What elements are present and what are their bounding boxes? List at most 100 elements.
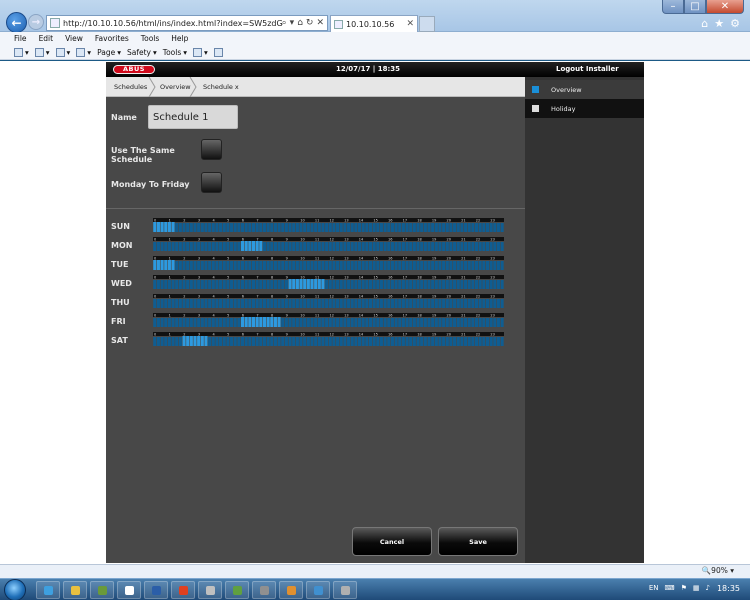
schedule-cell[interactable] <box>478 337 482 346</box>
schedule-cell[interactable] <box>175 299 179 308</box>
schedule-cell[interactable] <box>460 318 464 327</box>
schedule-cell[interactable] <box>186 299 190 308</box>
browser-tab[interactable]: 10.10.10.56 ✕ <box>330 15 418 32</box>
schedule-cell[interactable] <box>270 337 274 346</box>
schedule-cell[interactable] <box>211 280 215 289</box>
schedule-cell[interactable] <box>500 280 504 289</box>
schedule-cell[interactable] <box>390 318 394 327</box>
schedule-cell[interactable] <box>500 299 504 308</box>
schedule-cell[interactable] <box>427 318 431 327</box>
schedule-cell[interactable] <box>248 299 252 308</box>
schedule-cell[interactable] <box>182 242 186 251</box>
schedule-cell[interactable] <box>237 242 241 251</box>
schedule-cell[interactable] <box>233 318 237 327</box>
schedule-cell[interactable] <box>215 242 219 251</box>
schedule-cell[interactable] <box>347 337 351 346</box>
schedule-cell[interactable] <box>230 337 234 346</box>
schedule-cell[interactable] <box>464 261 468 270</box>
schedule-cell[interactable] <box>230 223 234 232</box>
schedule-cell[interactable] <box>153 337 157 346</box>
schedule-cell[interactable] <box>288 337 292 346</box>
schedule-cell[interactable] <box>175 223 179 232</box>
schedule-cell[interactable] <box>427 280 431 289</box>
schedule-cell[interactable] <box>460 280 464 289</box>
schedule-cell[interactable] <box>175 261 179 270</box>
schedule-cell[interactable] <box>475 280 479 289</box>
schedule-cell[interactable] <box>485 299 490 308</box>
schedule-cell[interactable] <box>350 280 354 289</box>
schedule-cell[interactable] <box>204 261 208 270</box>
schedule-cell[interactable] <box>423 299 427 308</box>
schedule-cell[interactable] <box>222 299 226 308</box>
schedule-cell[interactable] <box>317 318 321 327</box>
volume-icon[interactable]: ♪ <box>706 584 710 592</box>
schedule-cell[interactable] <box>226 280 230 289</box>
schedule-cell-active[interactable] <box>182 336 186 346</box>
schedule-cell[interactable] <box>153 280 157 289</box>
schedule-cell[interactable] <box>222 242 226 251</box>
schedule-cell[interactable] <box>208 280 212 289</box>
schedule-cell[interactable] <box>230 318 234 327</box>
schedule-cell[interactable] <box>438 318 442 327</box>
menu-favorites[interactable]: Favorites <box>95 32 129 45</box>
schedule-cell[interactable] <box>178 261 182 270</box>
cancel-button[interactable]: Cancel <box>352 527 432 556</box>
schedule-cell[interactable] <box>306 318 310 327</box>
schedule-cell[interactable] <box>204 242 208 251</box>
sidebar-item-holiday[interactable]: Holiday <box>525 99 644 118</box>
schedule-cell[interactable] <box>266 299 270 308</box>
breadcrumb-schedules[interactable]: Schedules <box>114 77 147 97</box>
schedule-cell[interactable] <box>277 223 281 232</box>
schedule-cell[interactable] <box>237 223 241 232</box>
schedule-cell[interactable] <box>339 280 343 289</box>
gear-icon[interactable]: ⚙ <box>730 17 740 30</box>
schedule-cell[interactable] <box>409 318 413 327</box>
schedule-cell[interactable] <box>215 337 219 346</box>
schedule-cell[interactable] <box>193 299 197 308</box>
schedule-cell[interactable] <box>317 261 321 270</box>
schedule-cell[interactable] <box>321 318 325 327</box>
schedule-cell[interactable] <box>233 242 237 251</box>
schedule-cell[interactable] <box>230 299 234 308</box>
schedule-cell[interactable] <box>244 299 248 308</box>
schedule-cell[interactable] <box>390 280 394 289</box>
schedule-cell-active[interactable] <box>248 241 252 251</box>
schedule-cell[interactable] <box>485 261 490 270</box>
schedule-cell[interactable] <box>482 337 486 346</box>
close-window-button[interactable]: ✕ <box>706 0 744 14</box>
schedule-cell[interactable] <box>485 242 490 251</box>
schedule-cell[interactable] <box>233 223 237 232</box>
schedule-cell[interactable] <box>288 242 292 251</box>
menu-edit[interactable]: Edit <box>39 32 54 45</box>
schedule-cell[interactable] <box>153 318 157 327</box>
schedule-cell[interactable] <box>464 299 468 308</box>
schedule-cell[interactable] <box>412 223 416 232</box>
schedule-cell[interactable] <box>347 280 351 289</box>
schedule-cell[interactable] <box>204 318 208 327</box>
schedule-cell[interactable] <box>303 242 307 251</box>
schedule-cell[interactable] <box>299 299 303 308</box>
schedule-cell[interactable] <box>401 280 405 289</box>
schedule-cell[interactable] <box>284 318 288 327</box>
schedule-cell[interactable] <box>262 261 266 270</box>
schedule-cell[interactable] <box>354 261 358 270</box>
schedule-cell[interactable] <box>394 299 398 308</box>
schedule-cell[interactable] <box>167 242 171 251</box>
taskbar-app-button[interactable] <box>252 581 276 599</box>
taskbar-app-button[interactable] <box>333 581 357 599</box>
schedule-cell[interactable] <box>405 280 409 289</box>
schedule-cell[interactable] <box>237 337 241 346</box>
schedule-cell[interactable] <box>445 299 449 308</box>
schedule-cell[interactable] <box>398 280 402 289</box>
schedule-cell[interactable] <box>262 242 266 251</box>
schedule-cell[interactable] <box>376 242 380 251</box>
minimize-button[interactable]: – <box>662 0 684 14</box>
schedule-cell[interactable] <box>354 242 358 251</box>
schedule-cell[interactable] <box>178 242 182 251</box>
schedule-cell[interactable] <box>281 337 285 346</box>
schedule-cell[interactable] <box>226 261 230 270</box>
schedule-cell[interactable] <box>336 223 340 232</box>
schedule-cell[interactable] <box>350 242 354 251</box>
schedule-cell[interactable] <box>204 299 208 308</box>
maximize-button[interactable]: □ <box>684 0 706 14</box>
